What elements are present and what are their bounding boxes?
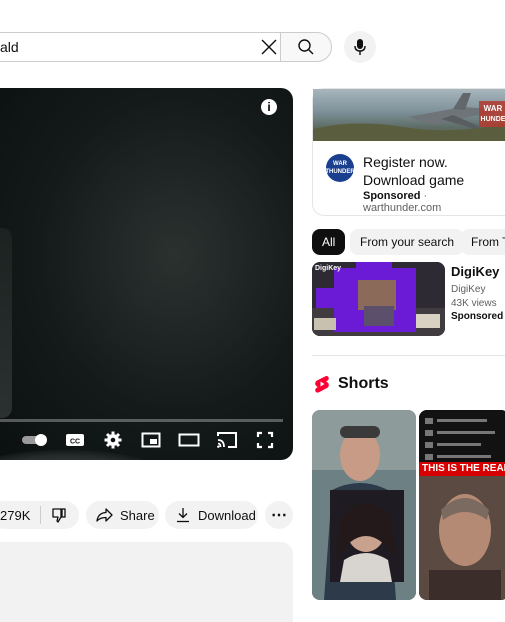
svg-text:CC: CC	[70, 439, 80, 446]
download-button[interactable]: Download	[165, 501, 258, 529]
more-icon: ⋯	[271, 507, 287, 524]
theater-icon[interactable]	[177, 430, 201, 450]
download-label: Download	[198, 507, 256, 523]
section-divider	[312, 355, 505, 356]
shorts-title: Shorts	[338, 375, 389, 392]
autoplay-toggle[interactable]	[20, 430, 50, 450]
svg-text:WAR: WAR	[484, 104, 503, 113]
video-player[interactable]: CC	[0, 88, 293, 460]
progress-bar[interactable]	[0, 419, 283, 422]
share-label: Share	[120, 507, 155, 523]
chip-from-your-search[interactable]: From your search	[350, 229, 465, 255]
miniplayer-icon[interactable]	[140, 430, 162, 450]
ad-separator: ·	[423, 190, 428, 202]
like-dislike-divider	[40, 506, 42, 524]
chip-from-t[interactable]: From T	[461, 229, 505, 255]
shorts-icon	[314, 375, 330, 398]
share-button[interactable]: Share	[86, 501, 159, 529]
mic-icon	[354, 39, 366, 55]
subtitles-icon[interactable]: CC	[64, 430, 86, 450]
ad-meta: Sponsored · warthunder.com	[363, 190, 505, 214]
chip-all[interactable]: All	[312, 229, 346, 255]
related-channel[interactable]: DigiKey	[451, 283, 497, 297]
voice-search-button[interactable]	[344, 31, 376, 63]
short-overlay-text: THIS IS THE REAL	[419, 462, 505, 476]
description-box[interactable]	[0, 542, 293, 622]
ad-domain[interactable]: warthunder.com	[363, 202, 441, 214]
video-figure	[0, 228, 12, 418]
related-thumbnail[interactable]: DigiKey	[312, 262, 445, 336]
related-meta: DigiKey 43K views	[451, 283, 497, 311]
more-actions-button[interactable]: ⋯	[265, 501, 293, 529]
related-sponsored: Sponsored	[451, 311, 504, 322]
ad-title[interactable]: Register now. Download game	[363, 153, 505, 189]
fullscreen-icon[interactable]	[254, 430, 276, 450]
ad-sponsored: Sponsored	[363, 190, 421, 202]
stage-spotlight	[0, 450, 170, 460]
related-title[interactable]: DigiKey	[451, 264, 499, 279]
search-input[interactable]: ald	[0, 39, 19, 55]
download-icon	[176, 507, 190, 523]
like-count[interactable]: 279K	[0, 508, 30, 523]
dislike-icon[interactable]	[51, 507, 67, 523]
like-dislike-group[interactable]: 279K	[0, 501, 79, 529]
cast-icon[interactable]	[215, 430, 239, 450]
share-icon	[96, 507, 114, 523]
search-icon	[298, 39, 314, 55]
settings-icon[interactable]	[102, 430, 124, 450]
short-card-2[interactable]: THIS IS THE REAL	[419, 410, 505, 600]
ad-logo[interactable]: WAR THUNDER	[325, 154, 355, 182]
info-icon[interactable]: i	[261, 99, 277, 115]
search-button[interactable]	[280, 32, 332, 62]
ad-banner-image[interactable]: WAR HUNDE	[313, 89, 505, 141]
svg-text:HUNDE: HUNDE	[481, 116, 505, 123]
search-box[interactable]	[0, 32, 280, 62]
thumbnail-label: DigiKey	[315, 265, 342, 272]
related-views: 43K views	[451, 298, 497, 309]
clear-icon[interactable]	[258, 36, 280, 58]
short-card-1[interactable]	[312, 410, 416, 600]
